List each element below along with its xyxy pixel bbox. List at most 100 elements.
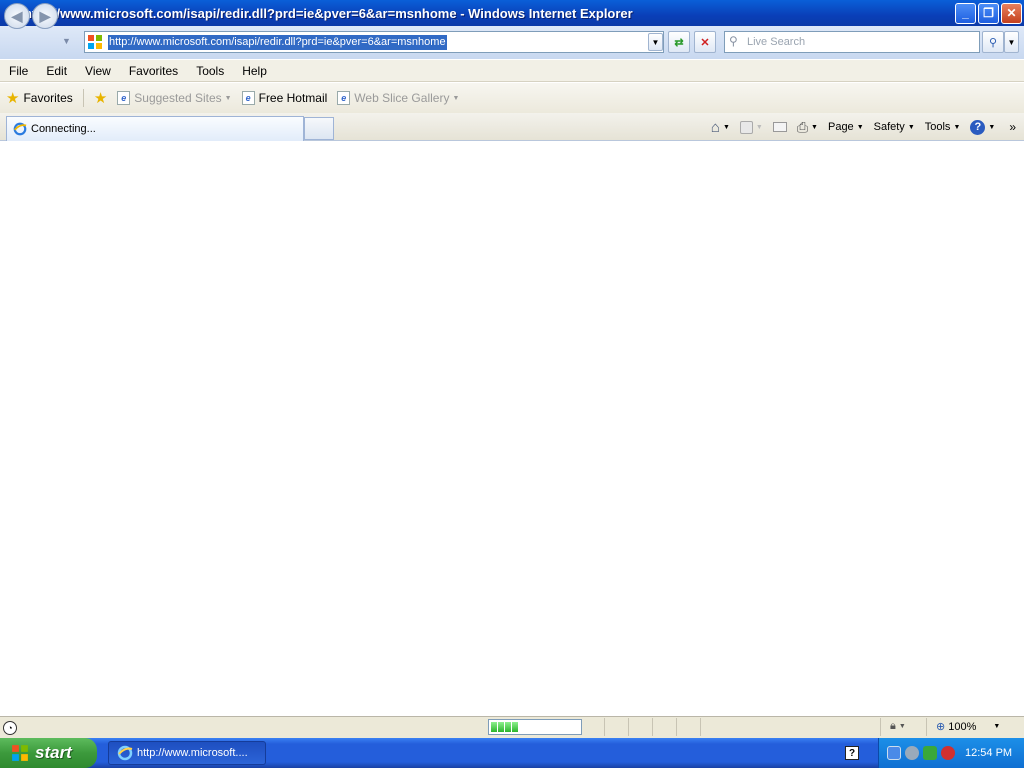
forward-button[interactable]: ▶: [32, 3, 58, 29]
menu-help[interactable]: Help: [233, 64, 276, 78]
start-button[interactable]: start: [0, 738, 97, 768]
zoom-control[interactable]: ⊕ 100% ▼: [936, 720, 1001, 734]
home-icon: ⌂: [710, 118, 720, 136]
tab-current[interactable]: Connecting...: [6, 116, 304, 141]
chevron-down-icon: ▼: [722, 123, 730, 131]
menu-edit[interactable]: Edit: [37, 64, 76, 78]
chevron-down-icon: ▼: [811, 123, 818, 131]
security-center-icon[interactable]: [923, 746, 937, 760]
chevron-down-icon: ▼: [755, 123, 763, 131]
help-button[interactable]: ? ▼: [970, 119, 996, 135]
search-field-icon: ⚲: [729, 34, 738, 48]
status-divider: [676, 718, 677, 736]
close-button[interactable]: ✕: [1001, 2, 1022, 24]
page-content[interactable]: [0, 142, 1024, 715]
progress-segment: [512, 722, 518, 732]
refresh-button[interactable]: ⇄: [668, 31, 690, 53]
progress-bar: [488, 719, 582, 735]
taskbar-item-ie[interactable]: http://www.microsoft....: [108, 741, 266, 765]
ie-logo-icon: [117, 745, 133, 761]
stop-icon: ✕: [700, 36, 710, 49]
speaker-icon[interactable]: [905, 746, 919, 760]
chevron-down-icon: ▼: [907, 123, 915, 131]
status-divider: [628, 718, 629, 736]
search-icon: ⚲: [988, 36, 998, 49]
favorites-bar: ★ Favorites ★ e Suggested Sites ▼ e Free…: [0, 83, 1024, 113]
system-tray: 12:54 PM: [878, 738, 1024, 768]
taskbar-item-label: http://www.microsoft....: [137, 747, 248, 759]
star-icon: ★: [6, 90, 20, 107]
address-dropdown-button[interactable]: ▼: [648, 33, 663, 51]
home-button[interactable]: ⌂ ▼: [711, 119, 730, 136]
loading-clock-icon: ◔: [3, 720, 17, 735]
add-to-favorites-bar-button[interactable]: ★: [94, 89, 107, 107]
status-divider: [604, 718, 605, 736]
fav-free-hotmail[interactable]: e Free Hotmail: [241, 91, 327, 105]
stop-button[interactable]: ✕: [694, 31, 716, 53]
fav-suggested-sites-label: Suggested Sites: [134, 91, 222, 105]
start-label: start: [35, 743, 72, 762]
window-title: http://www.microsoft.com/isapi/redir.dll…: [24, 5, 633, 21]
page-menu-label: Page: [827, 121, 854, 133]
chevron-down-icon: ▼: [452, 94, 460, 102]
lock-icon: 🔒︎: [890, 720, 896, 732]
back-button[interactable]: ◀: [4, 3, 30, 29]
search-options-button[interactable]: ▼: [1004, 31, 1019, 53]
tab-label: Connecting...: [31, 123, 96, 135]
printer-icon: ⎙: [796, 118, 809, 135]
menu-view[interactable]: View: [76, 64, 120, 78]
menu-favorites[interactable]: Favorites: [120, 64, 187, 78]
chevron-down-icon: ▼: [993, 723, 1001, 730]
mail-icon: [772, 122, 787, 132]
fav-suggested-sites[interactable]: e Suggested Sites ▼: [117, 91, 232, 105]
print-button[interactable]: ⎙ ▼: [797, 119, 818, 136]
menu-file[interactable]: File: [0, 64, 37, 78]
tools-menu-label: Tools: [924, 121, 951, 133]
maximize-button[interactable]: ❐: [978, 2, 999, 24]
status-divider: [880, 718, 881, 736]
fav-web-slice-gallery[interactable]: e Web Slice Gallery ▼: [337, 91, 459, 105]
chevron-more-icon[interactable]: »: [1009, 120, 1016, 134]
zoom-magnifier-icon: ⊕: [936, 721, 946, 733]
minimize-button[interactable]: _: [955, 2, 976, 24]
search-input[interactable]: Live Search: [724, 31, 980, 53]
search-button[interactable]: ⚲: [982, 31, 1004, 53]
chevron-down-icon: ▼: [988, 123, 996, 131]
status-divider: [652, 718, 653, 736]
forward-arrow-icon: ▶: [39, 7, 51, 24]
windows-logo-icon: [12, 745, 28, 761]
tools-menu-button[interactable]: Tools ▼: [925, 121, 961, 133]
page-icon: e: [337, 91, 351, 105]
protected-mode-button[interactable]: 🔒︎ ▼: [890, 720, 906, 733]
status-divider: [700, 718, 701, 736]
address-url-text[interactable]: http://www.microsoft.com/isapi/redir.dll…: [108, 35, 447, 50]
feed-icon: [739, 120, 753, 134]
page-menu-button[interactable]: Page ▼: [828, 121, 864, 133]
recent-pages-dropdown-icon[interactable]: ▼: [62, 36, 71, 46]
help-tray-icon[interactable]: ?: [845, 746, 859, 760]
page-icon: e: [117, 91, 131, 105]
favorites-button[interactable]: ★ Favorites: [6, 89, 84, 107]
safety-menu-button[interactable]: Safety ▼: [874, 121, 915, 133]
safety-menu-label: Safety: [873, 121, 905, 133]
add-favorite-star-icon: ★: [93, 90, 108, 107]
clock: 12:54 PM: [965, 747, 1013, 759]
title-bar: http://www.microsoft.com/isapi/redir.dll…: [0, 0, 1024, 26]
page-icon: e: [241, 91, 255, 105]
shield-icon[interactable]: [941, 746, 955, 760]
favorites-label: Favorites: [23, 91, 73, 105]
chevron-down-icon: ▼: [953, 123, 961, 131]
menu-bar: File Edit View Favorites Tools Help: [0, 60, 1024, 82]
zoom-level: 100%: [948, 720, 977, 733]
chevron-down-icon: ▼: [898, 723, 906, 730]
progress-segment: [491, 722, 497, 732]
command-bar: ⌂ ▼ ▼ ⎙ ▼ Page ▼ Safety ▼ Tools ▼ ? ▼ »: [701, 113, 1024, 141]
network-icon[interactable]: [887, 746, 901, 760]
read-mail-button[interactable]: [772, 122, 787, 132]
ie-page-icon: [13, 122, 27, 136]
feeds-button[interactable]: ▼: [739, 120, 763, 134]
menu-tools[interactable]: Tools: [187, 64, 233, 78]
progress-segment: [498, 722, 504, 732]
status-divider: [926, 718, 927, 736]
new-tab-button[interactable]: [304, 117, 334, 140]
